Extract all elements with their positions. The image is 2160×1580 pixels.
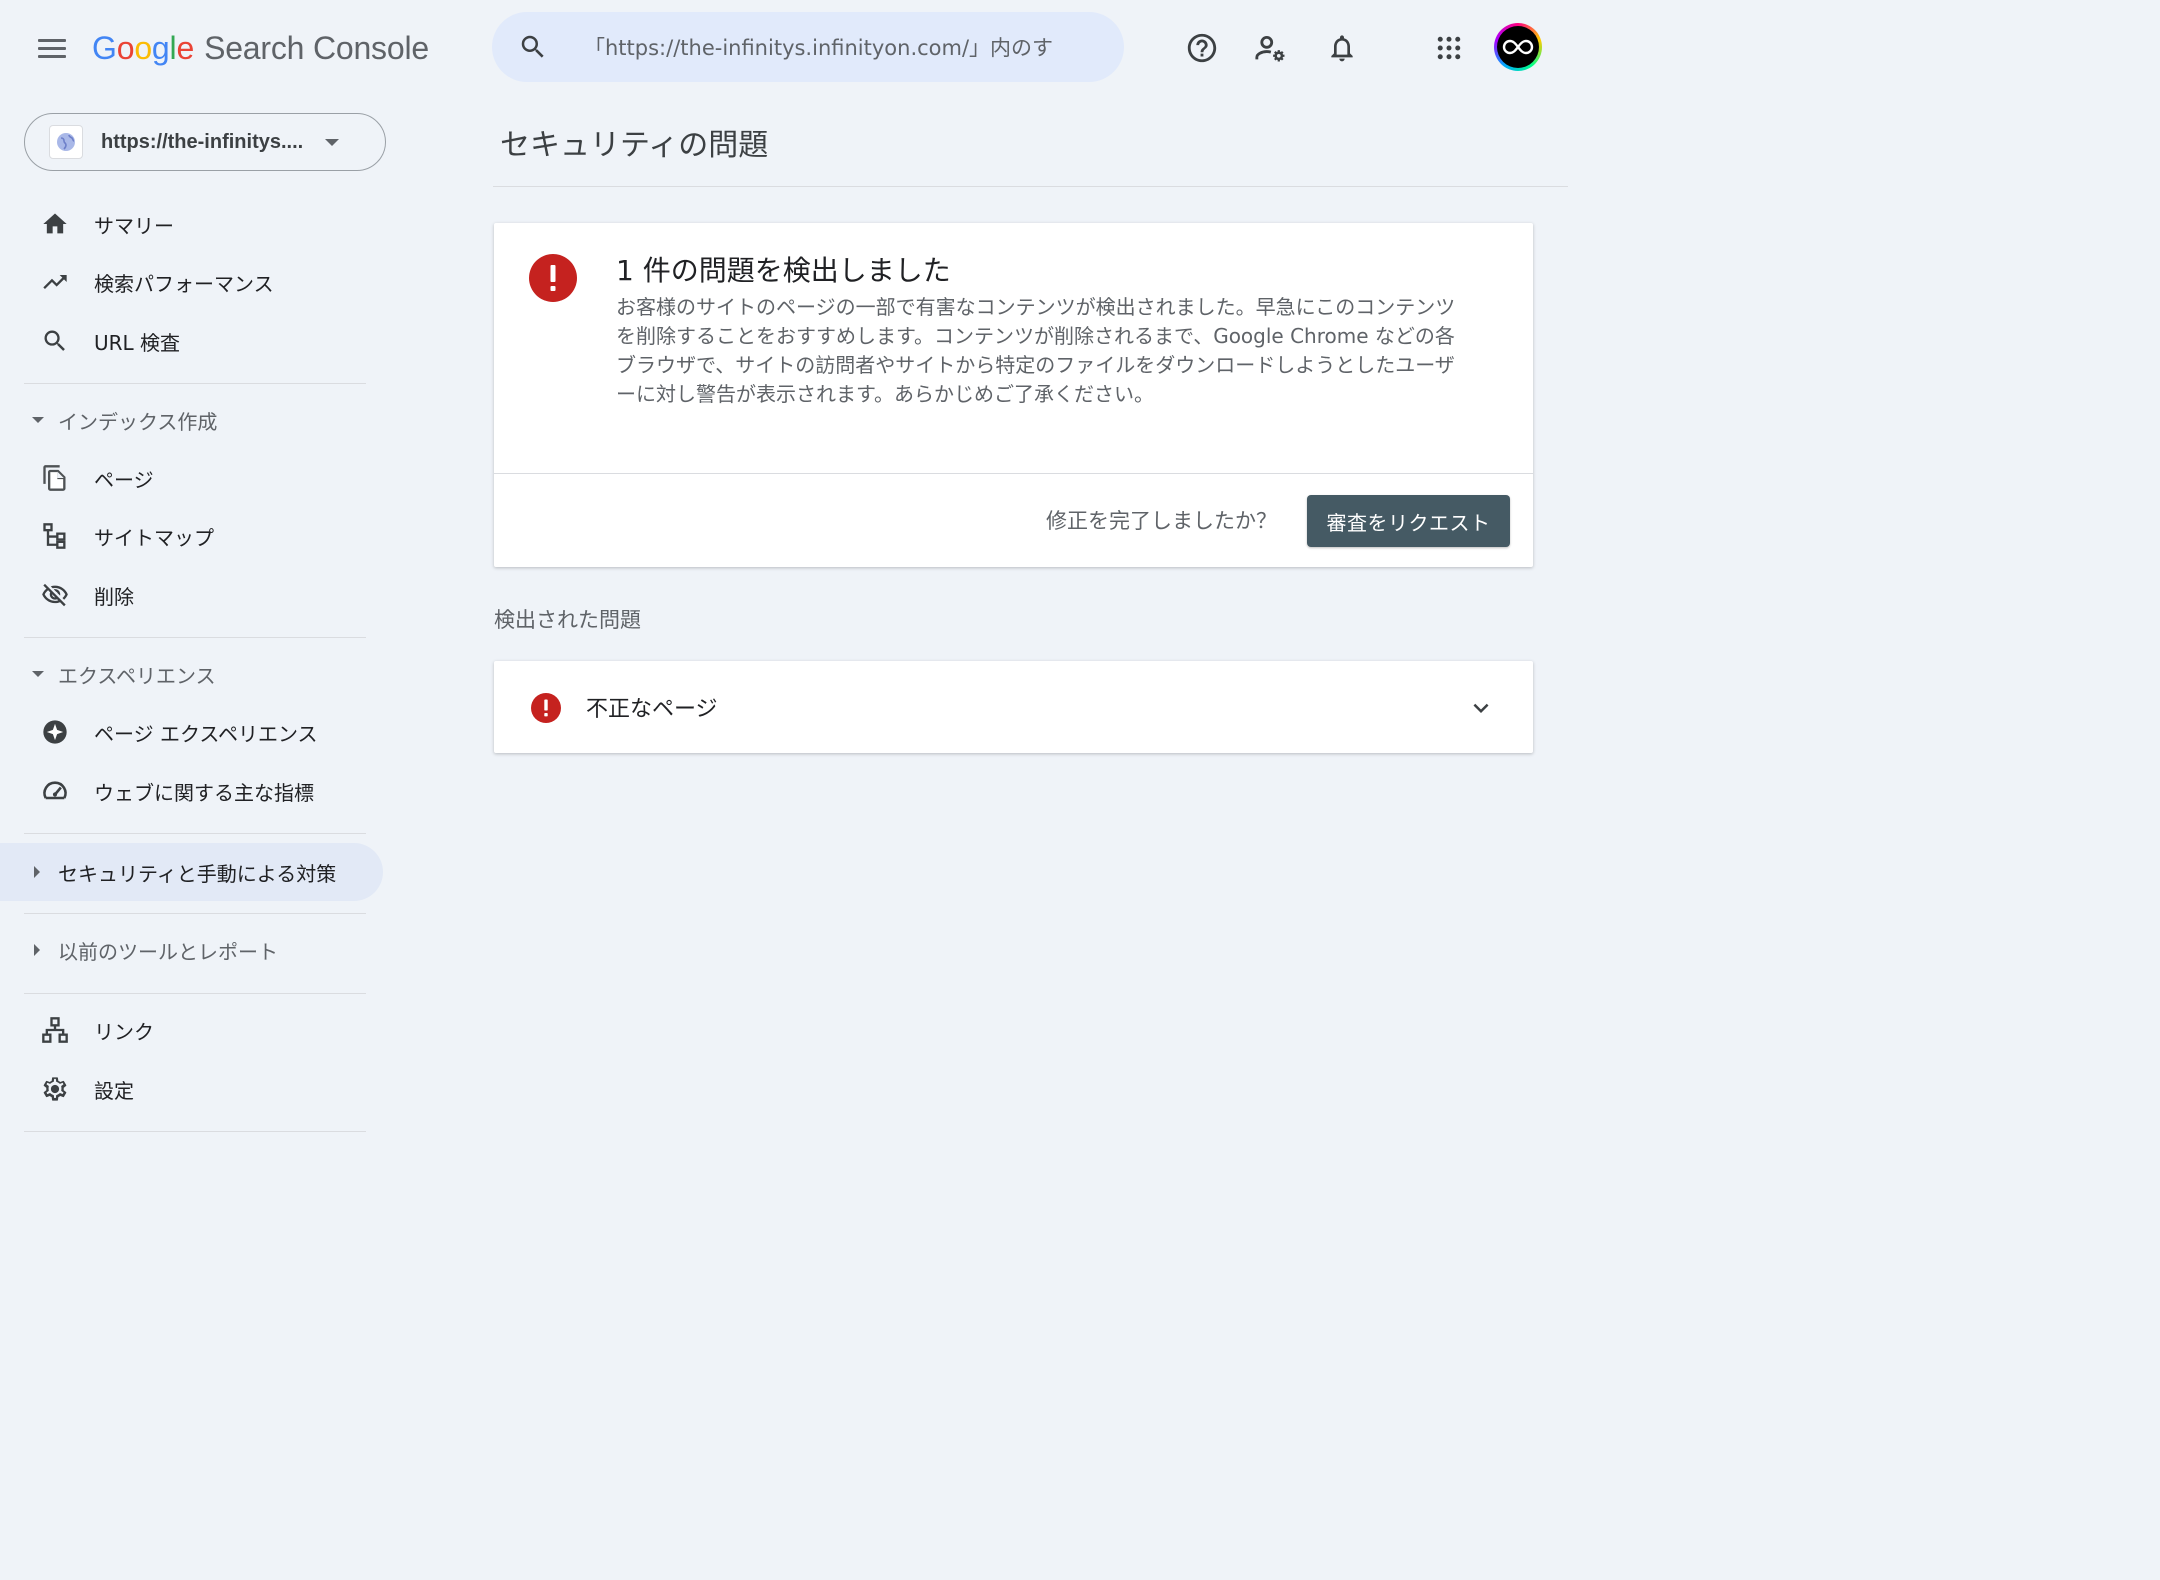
sidebar-item-label: 設定	[94, 1078, 134, 1103]
sidebar-item-label: 削除	[94, 584, 134, 609]
pages-icon	[40, 463, 70, 493]
issue-count-heading: 1 件の問題を検出しました	[616, 254, 951, 287]
bell-icon[interactable]	[1320, 26, 1364, 70]
detected-issues-heading: 検出された問題	[494, 608, 641, 632]
page-experience-icon	[40, 717, 70, 747]
sidebar-divider	[24, 993, 366, 994]
menu-icon[interactable]	[32, 28, 72, 68]
sidebar-item-label: ページ エクスペリエンス	[94, 721, 318, 746]
issue-row-malicious-pages[interactable]: 不正なページ	[494, 661, 1533, 753]
search-icon	[521, 35, 544, 58]
section-label: 以前のツールとレポート	[58, 939, 278, 964]
collapse-arrow-icon	[34, 944, 40, 956]
collapse-arrow-icon	[34, 866, 40, 878]
security-issue-summary-card: 1 件の問題を検出しました お客様のサイトのページの一部で有害なコンテンツが検出…	[494, 223, 1533, 567]
gear-icon	[40, 1074, 70, 1104]
apps-grid-icon[interactable]	[1427, 26, 1471, 70]
infinity-logo-icon	[1502, 39, 1534, 55]
search-input[interactable]: 「https://the-infinitys.infinityon.com/」内…	[584, 32, 1064, 62]
section-label: セキュリティと手動による対策	[58, 861, 337, 886]
request-review-button[interactable]: 審査をリクエスト	[1307, 495, 1510, 547]
logo-letter: g	[151, 29, 170, 66]
sidebar-item-label: ページ	[94, 467, 154, 492]
help-icon[interactable]	[1180, 26, 1224, 70]
search-bar[interactable]: 「https://the-infinitys.infinityon.com/」内…	[492, 12, 1124, 82]
google-search-console-logo[interactable]: Google Search Console	[92, 26, 429, 70]
expand-arrow-icon	[32, 417, 44, 423]
chevron-down-icon[interactable]	[1466, 693, 1496, 723]
trending-up-icon	[40, 267, 70, 297]
page-title: セキュリティの問題	[500, 128, 769, 163]
issue-description: お客様のサイトのページの一部で有害なコンテンツが検出されました。早急にこのコンテ…	[616, 295, 1456, 406]
logo-letter: G	[92, 29, 117, 66]
sidebar-item-label: サマリー	[94, 213, 174, 238]
home-icon	[40, 209, 70, 239]
product-name: Search Console	[204, 29, 429, 66]
issue-label: 不正なページ	[586, 697, 718, 722]
sidebar-divider	[24, 833, 366, 834]
google-wordmark: Google	[92, 30, 194, 67]
globe-icon	[49, 125, 83, 159]
sidebar-item-label: リンク	[94, 1019, 154, 1044]
avatar[interactable]	[1494, 23, 1542, 71]
expand-arrow-icon	[32, 671, 44, 677]
manage-users-icon[interactable]	[1249, 26, 1293, 70]
search-icon	[40, 326, 70, 356]
property-url: https://the-infinitys....	[101, 130, 304, 153]
sidebar-divider	[24, 913, 366, 914]
speed-gauge-icon	[40, 776, 70, 806]
sidebar-item-label: ウェブに関する主な指標	[94, 780, 314, 805]
logo-letter: o	[134, 29, 152, 66]
sidebar-item-label: サイトマップ	[94, 525, 214, 550]
sidebar-divider	[24, 637, 366, 638]
card-divider	[494, 473, 1533, 474]
sidebar-item-label: 検索パフォーマンス	[94, 271, 274, 296]
error-icon	[529, 254, 577, 302]
logo-letter: e	[176, 29, 195, 66]
error-icon	[531, 693, 561, 723]
sidebar-item-label: URL 検査	[94, 330, 181, 355]
sidebar-divider	[24, 383, 366, 384]
links-icon	[40, 1015, 70, 1045]
fix-complete-question: 修正を完了しましたか？	[1046, 509, 1277, 533]
visibility-off-icon	[40, 580, 70, 610]
property-selector[interactable]: https://the-infinitys....	[24, 113, 386, 171]
sidebar-divider	[24, 1131, 366, 1132]
dropdown-arrow-icon	[325, 138, 340, 146]
top-app-bar: Google Search Console 「https://the-infin…	[0, 0, 1568, 96]
section-label: エクスペリエンス	[58, 663, 216, 688]
section-label: インデックス作成	[58, 409, 218, 434]
sitemap-icon	[40, 521, 70, 551]
title-divider	[493, 186, 1568, 187]
section-security-manual-actions[interactable]: セキュリティと手動による対策	[0, 843, 383, 901]
logo-letter: o	[116, 29, 135, 66]
